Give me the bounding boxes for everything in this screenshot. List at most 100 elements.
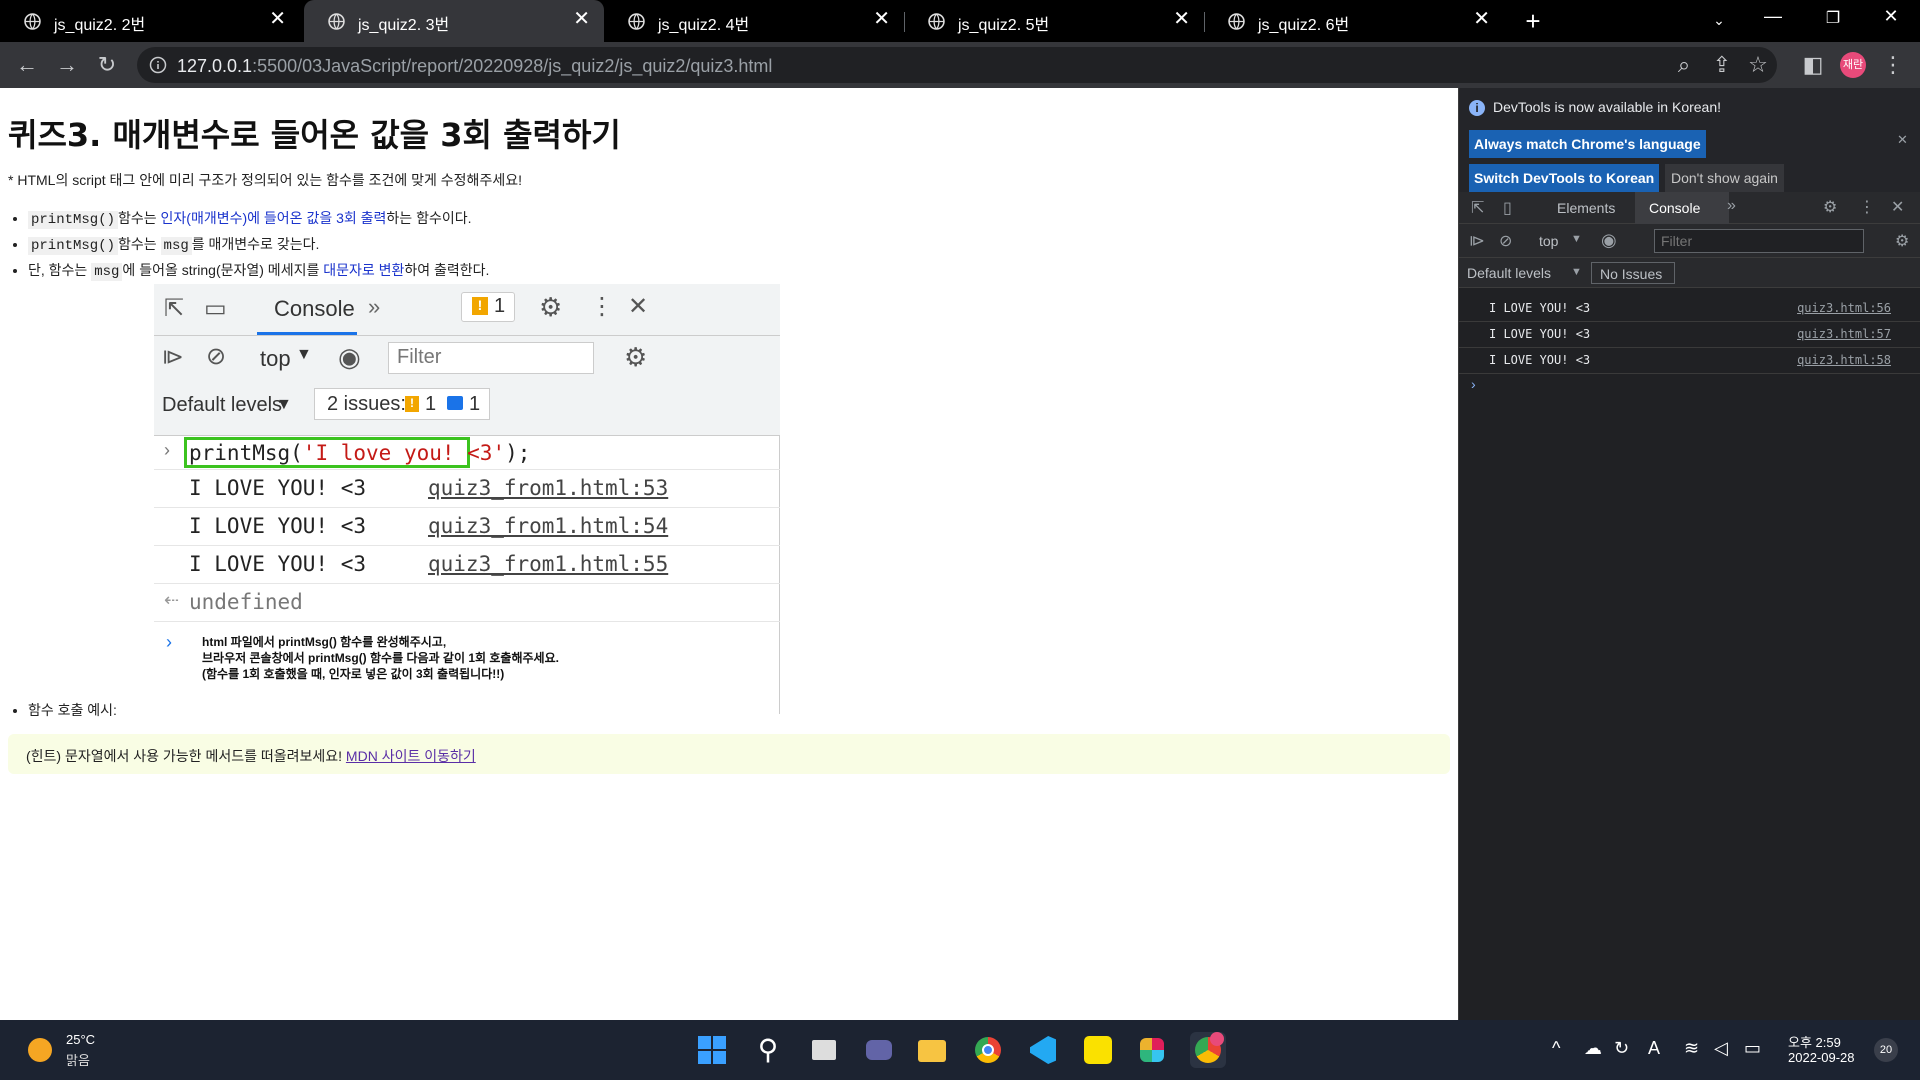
ime-icon[interactable]: A bbox=[1648, 1038, 1660, 1059]
info-message-icon bbox=[447, 396, 463, 410]
start-icon[interactable] bbox=[694, 1032, 730, 1068]
chevron-up-icon[interactable]: ^ bbox=[1552, 1038, 1560, 1059]
clock-date[interactable]: 2022-09-28 bbox=[1788, 1050, 1855, 1065]
more-tabs-icon[interactable]: » bbox=[1727, 197, 1736, 215]
search-icon[interactable]: ⚲ bbox=[750, 1032, 786, 1068]
console-log-row: I LOVE YOU! <3 quiz3.html:56 bbox=[1459, 296, 1920, 322]
tab-console[interactable]: Console bbox=[1649, 200, 1700, 216]
inspect-icon[interactable]: ⇱ bbox=[1471, 198, 1484, 218]
weather-text: 맑음 bbox=[66, 1053, 90, 1068]
task-view-icon[interactable] bbox=[806, 1032, 842, 1068]
tab-search-icon[interactable]: ⌄ bbox=[1704, 12, 1734, 29]
dont-show-button[interactable]: Don't show again bbox=[1665, 164, 1784, 192]
volume-muted-icon[interactable]: ◁ bbox=[1714, 1038, 1728, 1059]
tab-quiz2-4[interactable]: js_quiz2. 4번 ✕ bbox=[604, 0, 904, 42]
close-tab-icon[interactable]: ✕ bbox=[573, 9, 590, 29]
kebab-icon: ⋮ bbox=[590, 293, 614, 320]
close-tab-icon[interactable]: ✕ bbox=[1173, 9, 1190, 29]
inspect-icon: ⇱ bbox=[164, 295, 185, 322]
info-icon[interactable] bbox=[149, 56, 167, 74]
close-tab-icon[interactable]: ✕ bbox=[1473, 9, 1490, 29]
console-filter-input[interactable] bbox=[1654, 229, 1864, 253]
issues-badge[interactable]: No Issues bbox=[1591, 262, 1675, 284]
tab-quiz2-3[interactable]: js_quiz2. 3번 ✕ bbox=[304, 0, 604, 42]
match-language-button[interactable]: Always match Chrome's language bbox=[1469, 130, 1706, 158]
log-source-link[interactable]: quiz3.html:58 bbox=[1797, 353, 1891, 367]
chrome-icon[interactable] bbox=[970, 1032, 1006, 1068]
window-close-icon[interactable]: ✕ bbox=[1876, 6, 1906, 27]
log-source-link[interactable]: quiz3.html:56 bbox=[1797, 301, 1891, 315]
browser-toolbar: ← → ↻ 127.0.0.1:5500/03JavaScript/report… bbox=[0, 42, 1920, 88]
command-fn: printMsg( bbox=[189, 441, 303, 465]
slack-icon[interactable] bbox=[1134, 1032, 1170, 1068]
issues-info-count: 1 bbox=[469, 393, 481, 415]
more-tabs-icon: » bbox=[368, 294, 381, 319]
file-explorer-icon[interactable] bbox=[914, 1032, 950, 1068]
close-banner-icon[interactable]: ✕ bbox=[1897, 132, 1908, 148]
list-text: 함수는 bbox=[118, 210, 161, 226]
hint-box: (힌트) 문자열에서 사용 가능한 메서드를 떠올려보세요! MDN 사이트 이… bbox=[8, 734, 1450, 774]
code-snippet: msg bbox=[160, 237, 192, 255]
chevron-right-icon: › bbox=[164, 440, 170, 460]
levels-selector[interactable]: Default levels bbox=[1467, 265, 1551, 281]
hint-text: (힌트) 문자열에서 사용 가능한 메서드를 떠올려보세요! bbox=[26, 748, 346, 764]
tab-quiz2-6[interactable]: js_quiz2. 6번 ✕ bbox=[1204, 0, 1504, 42]
vscode-icon[interactable] bbox=[1024, 1032, 1060, 1068]
device-toolbar-icon[interactable]: ▯ bbox=[1503, 198, 1512, 218]
profile-avatar[interactable]: 재란 bbox=[1840, 52, 1866, 78]
globe-icon bbox=[1228, 13, 1245, 30]
url-text[interactable]: 127.0.0.1:5500/03JavaScript/report/20220… bbox=[177, 56, 772, 77]
more-menu-icon[interactable]: ⋮ bbox=[1880, 52, 1906, 78]
tab-elements[interactable]: Elements bbox=[1557, 200, 1615, 216]
close-tab-icon[interactable]: ✕ bbox=[873, 9, 890, 29]
note-line: 브라우저 콘솔창에서 printMsg() 함수를 다음과 같이 1회 호출해주… bbox=[202, 651, 559, 665]
code-snippet: printMsg() bbox=[28, 237, 119, 255]
restore-icon[interactable]: ❐ bbox=[1818, 8, 1848, 28]
clear-console-icon[interactable]: ⊘ bbox=[1499, 231, 1512, 251]
clock-time[interactable]: 오후 2:59 bbox=[1788, 1032, 1841, 1051]
sync-icon[interactable]: ↻ bbox=[1614, 1038, 1629, 1059]
notification-badge[interactable]: 20 bbox=[1874, 1038, 1898, 1062]
kebab-icon[interactable]: ⋮ bbox=[1859, 197, 1875, 217]
reload-icon[interactable]: ↻ bbox=[94, 52, 120, 78]
onedrive-icon[interactable]: ☁ bbox=[1584, 1038, 1602, 1059]
tab-title: js_quiz2. 3번 bbox=[358, 17, 450, 34]
tab-quiz2-5[interactable]: js_quiz2. 5번 ✕ bbox=[904, 0, 1204, 42]
wifi-icon[interactable]: ≋ bbox=[1684, 1038, 1699, 1059]
chrome-profile-icon[interactable] bbox=[1190, 1032, 1226, 1068]
kakaotalk-icon[interactable] bbox=[1080, 1032, 1116, 1068]
weather-sun-icon[interactable] bbox=[28, 1038, 52, 1062]
console-prompt-icon[interactable]: › bbox=[1471, 376, 1476, 392]
log-source-link[interactable]: quiz3.html:57 bbox=[1797, 327, 1891, 341]
side-panel-icon[interactable]: ◧ bbox=[1800, 52, 1826, 78]
address-bar[interactable]: 127.0.0.1:5500/03JavaScript/report/20220… bbox=[137, 47, 1777, 83]
minimize-icon[interactable]: — bbox=[1758, 6, 1788, 27]
globe-icon bbox=[328, 13, 345, 30]
sidebar-toggle-icon[interactable]: ⧐ bbox=[1469, 231, 1485, 251]
bookmark-star-icon[interactable]: ☆ bbox=[1745, 52, 1771, 78]
example-issues-badge: 2 issues: ! 1 1 bbox=[314, 388, 490, 420]
forward-icon[interactable]: → bbox=[54, 52, 80, 78]
mdn-link[interactable]: MDN 사이트 이동하기 bbox=[346, 748, 476, 764]
back-icon[interactable]: ← bbox=[14, 52, 40, 78]
gear-icon[interactable]: ⚙ bbox=[1823, 197, 1837, 217]
close-devtools-icon[interactable]: ✕ bbox=[1891, 197, 1904, 217]
url-path: :5500/03JavaScript/report/20220928/js_qu… bbox=[252, 56, 773, 76]
close-tab-icon[interactable]: ✕ bbox=[269, 9, 286, 29]
list-text: 를 매개변수로 갖는다. bbox=[191, 236, 320, 252]
tab-quiz2-2[interactable]: js_quiz2. 2번 ✕ bbox=[0, 0, 300, 42]
share-icon[interactable]: ⇪ bbox=[1709, 52, 1735, 78]
dropdown-arrow-icon: ▼ bbox=[1571, 266, 1582, 278]
new-tab-button[interactable]: + bbox=[1518, 6, 1548, 37]
eye-icon[interactable]: ◉ bbox=[1601, 230, 1617, 251]
filter-placeholder: Filter bbox=[397, 346, 442, 368]
context-selector[interactable]: top bbox=[1539, 233, 1558, 249]
switch-korean-button[interactable]: Switch DevTools to Korean bbox=[1469, 164, 1660, 192]
no-issues-label: No Issues bbox=[1600, 266, 1663, 282]
battery-icon[interactable]: ▭ bbox=[1744, 1038, 1761, 1059]
device-icon: ▭ bbox=[204, 295, 227, 322]
teams-chat-icon[interactable] bbox=[860, 1032, 896, 1068]
zoom-icon[interactable]: ⌕ bbox=[1671, 52, 1697, 78]
temperature[interactable]: 25°C bbox=[66, 1032, 95, 1047]
gear-icon[interactable]: ⚙ bbox=[1895, 231, 1909, 251]
